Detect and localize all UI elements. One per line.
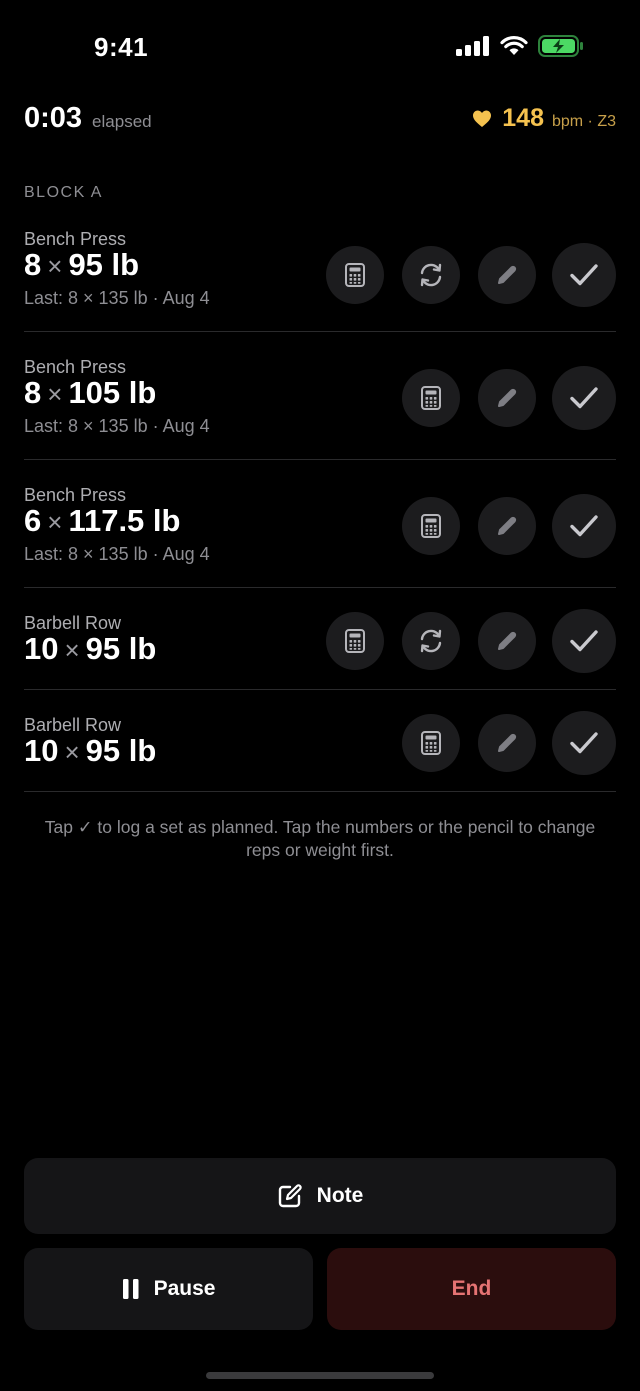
pause-button[interactable]: Pause — [24, 1248, 313, 1330]
heart-rate-unit: bpm · Z3 — [551, 113, 616, 130]
note-label: Note — [316, 1184, 364, 1207]
home-indicator[interactable] — [206, 1372, 434, 1379]
set-list: Bench Press 8 × 95 lb Last: 8 × 135 lb · Aug… — [24, 220, 616, 792]
pencil-icon — [495, 263, 519, 287]
note-edit-icon — [278, 1184, 302, 1208]
set-weight[interactable]: 95 lb — [86, 631, 157, 666]
pencil-button[interactable] — [478, 612, 536, 670]
pencil-button[interactable] — [478, 246, 536, 304]
log-set-button[interactable] — [552, 366, 616, 430]
note-button[interactable]: Note — [24, 1158, 616, 1234]
heart-icon — [473, 110, 492, 127]
calculator-icon — [344, 262, 366, 288]
previous-set: Last: 8 × 135 lb · Aug 4 — [24, 288, 210, 308]
set-reps[interactable]: 8 — [24, 247, 41, 282]
end-label: End — [451, 1277, 492, 1300]
calculator-icon — [420, 730, 442, 756]
pencil-button[interactable] — [478, 714, 536, 772]
times-sign: × — [64, 635, 80, 665]
pencil-icon — [495, 514, 519, 538]
elapsed-value: 0:03 — [24, 102, 83, 134]
calculator-icon — [420, 513, 442, 539]
set-actions — [326, 609, 616, 673]
status-icons — [456, 35, 584, 57]
calculator-icon — [420, 385, 442, 411]
set-actions — [402, 494, 616, 558]
pencil-icon — [495, 386, 519, 410]
pencil-icon — [495, 629, 519, 653]
times-sign: × — [47, 251, 63, 281]
pencil-button[interactable] — [478, 369, 536, 427]
log-set-button[interactable] — [552, 609, 616, 673]
calculator-button[interactable] — [402, 714, 460, 772]
check-icon — [569, 385, 599, 411]
wifi-icon — [500, 36, 528, 55]
pause-label: Pause — [153, 1277, 216, 1300]
set-reps[interactable]: 8 — [24, 375, 41, 410]
previous-set: Last: 8 × 135 lb · Aug 4 — [24, 544, 210, 564]
set-row: Bench Press 8 × 105 lb Last: 8 × 135 lb · Au… — [24, 332, 616, 460]
check-icon — [569, 730, 599, 756]
log-set-button[interactable] — [552, 711, 616, 775]
heart-rate: 148 bpm · Z3 — [472, 104, 616, 133]
swap-button[interactable] — [402, 246, 460, 304]
set-reps-weight[interactable]: 10 × 95 lb — [24, 631, 156, 667]
times-sign: × — [64, 737, 80, 767]
set-weight[interactable]: 95 lb — [86, 733, 157, 768]
pencil-icon — [495, 731, 519, 755]
times-sign: × — [47, 507, 63, 537]
calculator-button[interactable] — [326, 246, 384, 304]
swap-button[interactable] — [402, 612, 460, 670]
set-row: Bench Press 6 × 117.5 lb Last: 8 × 135 lb · … — [24, 460, 616, 588]
log-set-button[interactable] — [552, 494, 616, 558]
pause-icon — [122, 1279, 139, 1299]
block-label: BLOCK A — [24, 184, 103, 201]
signal-icon — [456, 36, 489, 56]
elapsed-timer: 0:03 elapsed — [24, 102, 152, 135]
set-row: Bench Press 8 × 95 lb Last: 8 × 135 lb · Aug… — [24, 220, 616, 332]
check-icon — [569, 628, 599, 654]
set-reps-weight[interactable]: 8 × 95 lb — [24, 247, 139, 283]
log-set-button[interactable] — [552, 243, 616, 307]
hint-text: Tap ✓ to log a set as planned. Tap the n… — [44, 817, 596, 860]
elapsed-label: elapsed — [92, 112, 152, 131]
set-actions — [402, 711, 616, 775]
calculator-icon — [344, 628, 366, 654]
set-actions — [402, 366, 616, 430]
set-reps[interactable]: 10 — [24, 631, 58, 666]
set-reps-weight[interactable]: 8 × 105 lb — [24, 375, 156, 411]
set-actions — [326, 243, 616, 307]
battery-charging-icon — [538, 35, 583, 57]
check-icon — [569, 513, 599, 539]
workout-header: 0:03 elapsed 148 bpm · Z3 — [24, 102, 616, 142]
pencil-button[interactable] — [478, 497, 536, 555]
set-row: Barbell Row 10 × 95 lb — [24, 588, 616, 690]
status-time: 9:41 — [94, 32, 149, 62]
calculator-button[interactable] — [402, 497, 460, 555]
check-icon — [569, 262, 599, 288]
set-weight[interactable]: 117.5 lb — [68, 503, 180, 538]
calculator-button[interactable] — [326, 612, 384, 670]
status-bar: 9:41 — [0, 0, 640, 96]
set-reps[interactable]: 10 — [24, 733, 58, 768]
end-button[interactable]: End — [327, 1248, 616, 1330]
swap-icon — [417, 262, 445, 288]
set-row: Barbell Row 10 × 95 lb — [24, 690, 616, 792]
set-reps-weight[interactable]: 10 × 95 lb — [24, 733, 156, 769]
heart-rate-value: 148 — [502, 104, 544, 132]
set-reps[interactable]: 6 — [24, 503, 41, 538]
set-weight[interactable]: 95 lb — [68, 247, 139, 282]
previous-set: Last: 8 × 135 lb · Aug 4 — [24, 416, 210, 436]
set-reps-weight[interactable]: 6 × 117.5 lb — [24, 503, 180, 539]
calculator-button[interactable] — [402, 369, 460, 427]
set-weight[interactable]: 105 lb — [68, 375, 156, 410]
swap-icon — [417, 628, 445, 654]
times-sign: × — [47, 379, 63, 409]
